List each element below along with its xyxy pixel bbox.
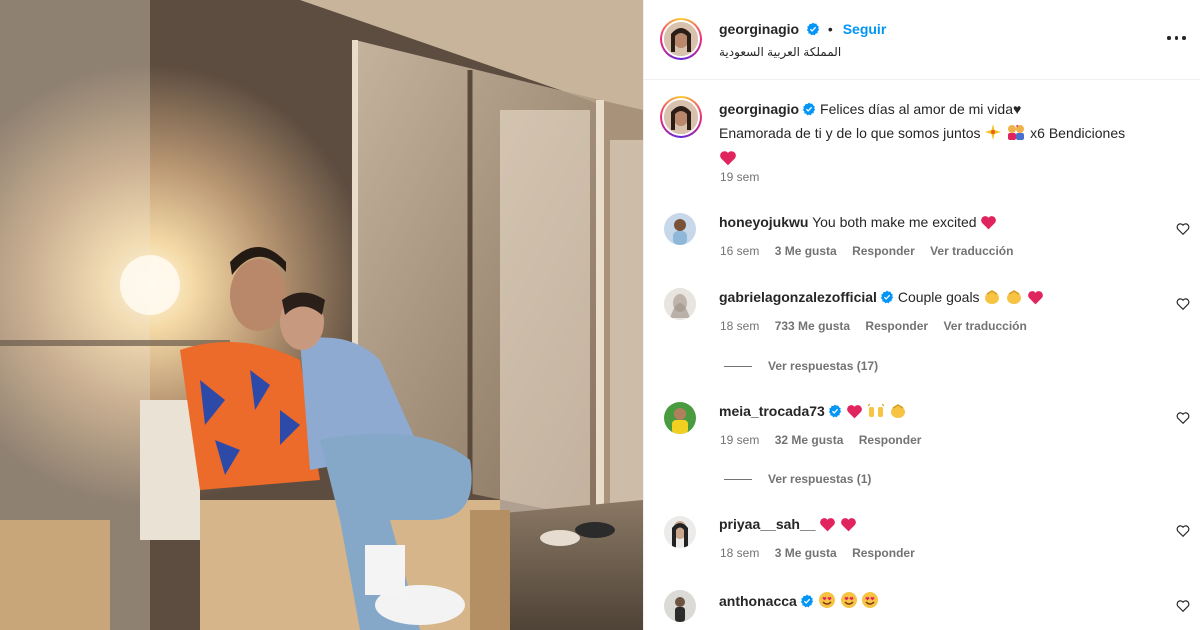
comment-3-likes[interactable]: 32 Me gusta [775,433,844,447]
verified-badge-icon [806,22,820,39]
comment-1-time[interactable]: 16 sem [720,244,759,258]
post-location[interactable]: المملكة العربية السعودية [719,45,841,59]
caption-meta: 19 sem [720,170,771,184]
caption-username[interactable]: georginagio [719,101,799,117]
replies-divider [724,479,752,481]
comment-4-likes[interactable]: 3 Me gusta [775,546,837,560]
comment-1-meta: 16 sem 3 Me gusta Responder Ver traducci… [720,244,1025,258]
heart-eyes-emoji-icon [818,591,836,612]
commenter-avatar[interactable] [664,590,696,622]
commenter-avatar[interactable] [664,402,696,434]
heart-emoji-icon [846,404,863,422]
comment-2-reply-button[interactable]: Responder [865,319,928,333]
heart-eyes-emoji-icon [861,591,879,612]
post-header: georginagio • Seguir المملكة العربية الس… [644,0,1200,80]
author-avatar[interactable] [660,18,702,60]
heart-emoji-icon [980,215,997,233]
heart-emoji-icon [819,517,836,535]
comment-4-reply-button[interactable]: Responder [852,546,915,560]
comment-1-text: You both make me excited [812,214,977,230]
heart-outline-icon[interactable] [1176,222,1190,236]
comment-5: anthonacca [719,591,879,612]
sparkle-emoji-icon [984,123,1002,147]
comment-4-username[interactable]: priyaa__sah__ [719,516,816,532]
comment-1-likes[interactable]: 3 Me gusta [775,244,837,258]
heart-outline-icon[interactable] [1176,599,1190,613]
post-image [0,0,643,630]
post-photo[interactable] [0,0,643,630]
verified-badge-icon [800,594,814,611]
comment-2-text: Couple goals [897,289,980,305]
view-replies-label: Ver respuestas (1) [768,472,872,486]
comment-1-username[interactable]: honeyojukwu [719,214,808,230]
comment-1: honeyojukwu You both make me excited [719,214,997,233]
heart-outline-icon[interactable] [1176,524,1190,538]
heart-eyes-emoji-icon [840,591,858,612]
commenter-avatar[interactable] [664,288,696,320]
comment-4-meta: 18 sem 3 Me gusta Responder [720,546,927,560]
caption-line-2b: x6 Bendiciones [1030,125,1126,141]
commenter-avatar[interactable] [664,213,696,245]
comment-5-username[interactable]: anthonacca [719,593,797,609]
comment-3-meta: 19 sem 32 Me gusta Responder [720,433,933,447]
caption-time[interactable]: 19 sem [720,170,759,184]
comment-1-reply-button[interactable]: Responder [852,244,915,258]
comment-1-translate-button[interactable]: Ver traducción [930,244,1013,258]
comment-2-time[interactable]: 18 sem [720,319,759,333]
comment-2-likes[interactable]: 733 Me gusta [775,319,850,333]
couple-kiss-emoji-icon [1006,123,1026,147]
comment-4-time[interactable]: 18 sem [720,546,759,560]
heart-emoji-icon [719,150,737,172]
comment-3-reply-button[interactable]: Responder [859,433,922,447]
verified-badge-icon [802,100,816,122]
follow-button[interactable]: Seguir [843,21,887,37]
post-details-panel: georginagio • Seguir المملكة العربية الس… [643,0,1200,630]
heart-outline-icon[interactable] [1176,411,1190,425]
caption-avatar[interactable] [660,96,702,138]
caption-line-2: Enamorada de ti y de lo que somos juntos [719,125,981,141]
comment-2-username[interactable]: gabrielagonzalezofficial [719,289,877,305]
view-replies-button[interactable]: Ver respuestas (17) [724,359,878,373]
replies-divider [724,366,752,368]
clap-emoji-icon [983,289,1001,308]
view-replies-label: Ver respuestas (17) [768,359,879,373]
view-replies-button[interactable]: Ver respuestas (1) [724,472,871,486]
comment-2-meta: 18 sem 733 Me gusta Responder Ver traduc… [720,319,1039,333]
comment-4: priyaa__sah__ [719,516,857,535]
header-line: georginagio • Seguir [719,21,886,39]
commenter-avatar[interactable] [664,516,696,548]
comment-3-time[interactable]: 19 sem [720,433,759,447]
comment-2-translate-button[interactable]: Ver traducción [943,319,1026,333]
heart-outline-icon[interactable] [1176,297,1190,311]
comment-3: meia_trocada73 [719,403,907,422]
raised-hands-emoji-icon [867,403,885,422]
caption-line-1: Felices días al amor de mi vida♥ [820,101,1022,117]
separator-dot: • [827,21,833,37]
clap-emoji-icon [1005,289,1023,308]
caption: georginagio Felices días al amor de mi v… [719,98,1189,172]
comment-3-username[interactable]: meia_trocada73 [719,403,825,419]
verified-badge-icon [828,404,842,421]
verified-badge-icon [880,290,894,307]
clap-emoji-icon [889,403,907,422]
comment-2: gabrielagonzalezofficial Couple goals [719,289,1044,308]
more-options-icon[interactable] [1167,30,1187,46]
author-username[interactable]: georginagio [719,21,799,37]
heart-emoji-icon [1027,290,1044,308]
heart-emoji-icon [840,517,857,535]
